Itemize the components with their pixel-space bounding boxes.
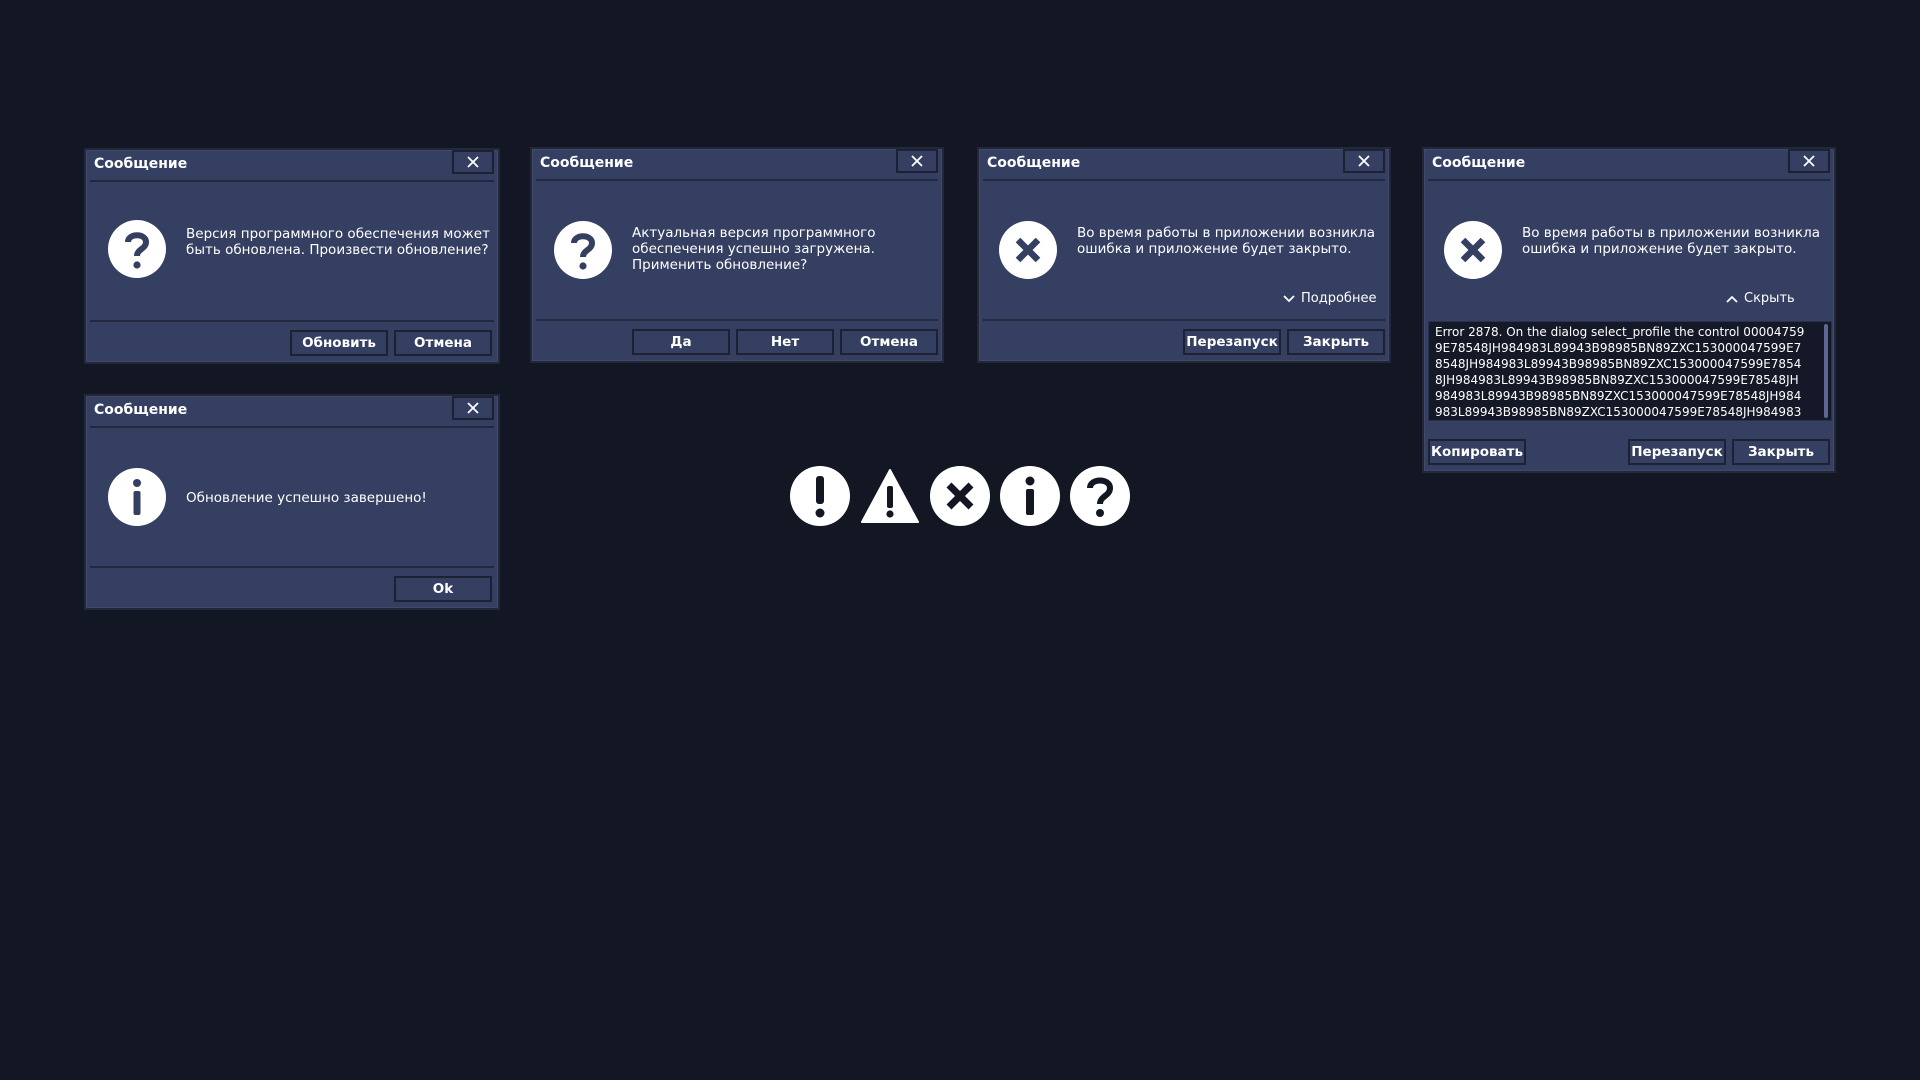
titlebar[interactable]: Сообщение	[1424, 149, 1834, 181]
message-text: Во время работы в приложении возникла ош…	[1077, 225, 1375, 257]
chevron-up-icon	[1726, 295, 1738, 303]
close-icon	[911, 155, 923, 167]
update-available-dialog: Сообщение Версия программного обеспечени…	[84, 148, 500, 364]
titlebar[interactable]: Сообщение	[86, 150, 498, 182]
close-icon	[1358, 155, 1370, 167]
error-icon	[999, 221, 1057, 279]
details-toggle[interactable]: Скрыть	[1726, 291, 1795, 306]
question-icon	[1070, 466, 1130, 526]
dialog-title: Сообщение	[94, 156, 188, 172]
dialog-title: Сообщение	[94, 402, 188, 418]
update-button[interactable]: Обновить	[290, 330, 388, 356]
title-divider	[1428, 179, 1830, 181]
close-icon	[467, 156, 479, 168]
close-app-button[interactable]: Закрыть	[1287, 329, 1385, 355]
title-divider	[90, 180, 494, 182]
error-icon	[1444, 221, 1502, 279]
details-toggle-label: Подробнее	[1301, 291, 1377, 306]
restart-button[interactable]: Перезапуск	[1628, 439, 1726, 465]
titlebar[interactable]: Сообщение	[979, 149, 1389, 181]
close-button[interactable]	[1788, 149, 1830, 173]
dialog-title: Сообщение	[987, 155, 1081, 171]
info-icon	[1000, 466, 1060, 526]
cancel-button[interactable]: Отмена	[394, 330, 492, 356]
title-divider	[983, 179, 1385, 181]
message-text: Актуальная версия программного обеспечен…	[632, 225, 876, 273]
question-icon	[554, 221, 612, 279]
error-dialog-expanded: Сообщение Во время работы в приложении в…	[1422, 147, 1836, 473]
ok-button[interactable]: Ok	[394, 576, 492, 602]
details-scrollbar[interactable]	[1824, 324, 1828, 418]
message-text: Во время работы в приложении возникла ош…	[1522, 225, 1820, 257]
update-complete-dialog: Сообщение Обновление успешно завершено! …	[84, 394, 500, 610]
error-details-box[interactable]: Error 2878. On the dialog select_profile…	[1428, 321, 1832, 421]
copy-button[interactable]: Копировать	[1428, 439, 1526, 465]
close-icon	[467, 402, 479, 414]
button-divider	[536, 319, 938, 321]
button-divider	[90, 566, 494, 568]
button-divider	[983, 319, 1385, 321]
no-button[interactable]: Нет	[736, 329, 834, 355]
dialog-title: Сообщение	[1432, 155, 1526, 171]
close-icon	[1803, 155, 1815, 167]
close-button[interactable]	[1343, 149, 1385, 173]
details-toggle-label: Скрыть	[1744, 291, 1795, 306]
exclamation-icon	[790, 466, 850, 526]
apply-update-dialog: Сообщение Актуальная версия программного…	[530, 147, 944, 363]
title-divider	[536, 179, 938, 181]
chevron-down-icon	[1283, 294, 1295, 302]
message-text: Обновление успешно завершено!	[186, 490, 427, 506]
details-toggle[interactable]: Подробнее	[1283, 291, 1376, 306]
cancel-button[interactable]: Отмена	[840, 329, 938, 355]
restart-button[interactable]: Перезапуск	[1183, 329, 1281, 355]
question-icon	[108, 220, 166, 278]
info-icon	[108, 468, 166, 526]
error-details-text: Error 2878. On the dialog select_profile…	[1435, 325, 1805, 419]
error-icon	[930, 466, 990, 526]
titlebar[interactable]: Сообщение	[86, 396, 498, 428]
title-divider	[90, 426, 494, 428]
warning-icon	[861, 469, 919, 523]
close-button[interactable]	[896, 149, 938, 173]
titlebar[interactable]: Сообщение	[532, 149, 942, 181]
message-text: Версия программного обеспечения может бы…	[186, 226, 490, 258]
yes-button[interactable]: Да	[632, 329, 730, 355]
close-button[interactable]	[452, 150, 494, 174]
dialog-title: Сообщение	[540, 155, 634, 171]
button-divider	[90, 320, 494, 322]
close-app-button[interactable]: Закрыть	[1732, 439, 1830, 465]
error-dialog-collapsed: Сообщение Во время работы в приложении в…	[977, 147, 1391, 363]
close-button[interactable]	[452, 396, 494, 420]
